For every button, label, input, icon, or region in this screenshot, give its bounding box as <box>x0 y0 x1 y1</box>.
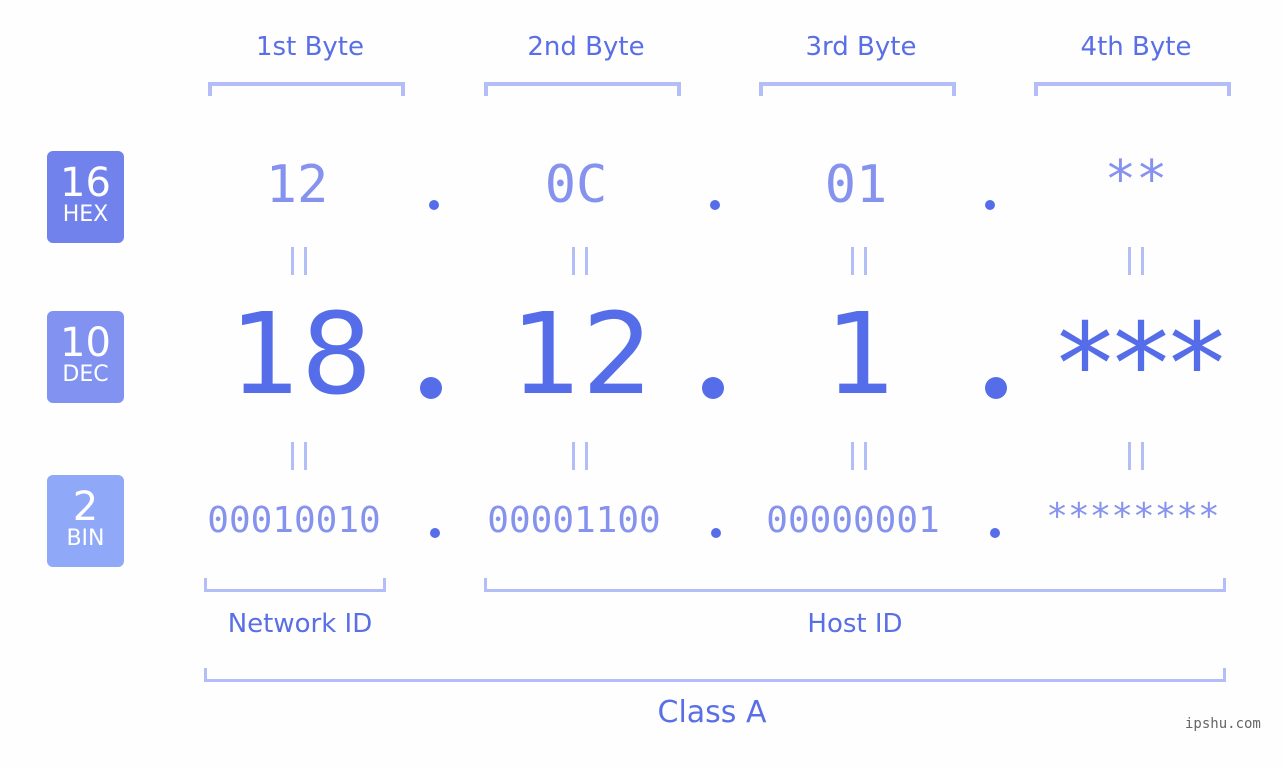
equals-icon <box>572 442 588 470</box>
network-id-bracket <box>204 578 386 592</box>
dec-byte-2: 12 <box>510 290 654 420</box>
watermark: ipshu.com <box>1185 716 1261 732</box>
dec-byte-3: 1 <box>825 290 897 420</box>
bin-dot-1 <box>430 528 440 538</box>
dec-badge-label: DEC <box>62 362 109 387</box>
equals-icon <box>1128 442 1144 470</box>
byte-bracket-1 <box>208 82 405 96</box>
byte-label-3: 3rd Byte <box>805 32 917 62</box>
bin-dot-2 <box>711 528 721 538</box>
bin-byte-2: 00001100 <box>487 500 661 541</box>
network-id-label: Network ID <box>227 609 373 639</box>
equals-icon <box>291 442 307 470</box>
hex-dot-1 <box>429 200 439 210</box>
equals-icon <box>851 247 867 275</box>
dec-dot-1 <box>420 377 442 399</box>
bin-badge-label: BIN <box>66 526 105 551</box>
hex-badge-base: 16 <box>60 160 111 206</box>
dec-dot-3 <box>985 377 1007 399</box>
bin-byte-4: ******** <box>1046 496 1220 537</box>
host-id-label: Host ID <box>807 609 903 639</box>
hex-byte-3: 01 <box>824 155 888 215</box>
byte-bracket-3 <box>759 82 956 96</box>
bin-badge: 2 BIN <box>47 475 124 567</box>
byte-bracket-4 <box>1034 82 1231 96</box>
byte-label-2: 2nd Byte <box>527 32 645 62</box>
dec-badge: 10 DEC <box>47 311 124 403</box>
hex-dot-2 <box>710 200 720 210</box>
hex-dot-3 <box>985 200 995 210</box>
equals-icon <box>1128 247 1144 275</box>
bin-byte-1: 00010010 <box>207 500 381 541</box>
dec-byte-4: *** <box>1057 300 1225 430</box>
dec-badge-base: 10 <box>60 320 111 366</box>
hex-badge: 16 HEX <box>47 151 124 243</box>
byte-label-1: 1st Byte <box>256 32 364 62</box>
equals-icon <box>572 247 588 275</box>
class-bracket <box>204 668 1226 682</box>
byte-label-4: 4th Byte <box>1080 32 1192 62</box>
byte-bracket-2 <box>484 82 681 96</box>
hex-byte-1: 12 <box>265 155 329 215</box>
dec-byte-1: 18 <box>229 290 373 420</box>
hex-badge-label: HEX <box>62 202 109 227</box>
equals-icon <box>291 247 307 275</box>
hex-byte-2: 0C <box>544 155 608 215</box>
hex-byte-4: ** <box>1104 150 1168 210</box>
equals-icon <box>851 442 867 470</box>
host-id-bracket <box>484 578 1226 592</box>
bin-byte-3: 00000001 <box>766 500 940 541</box>
bin-badge-base: 2 <box>72 484 99 530</box>
class-label: Class A <box>657 695 767 730</box>
bin-dot-3 <box>990 528 1000 538</box>
dec-dot-2 <box>702 377 724 399</box>
